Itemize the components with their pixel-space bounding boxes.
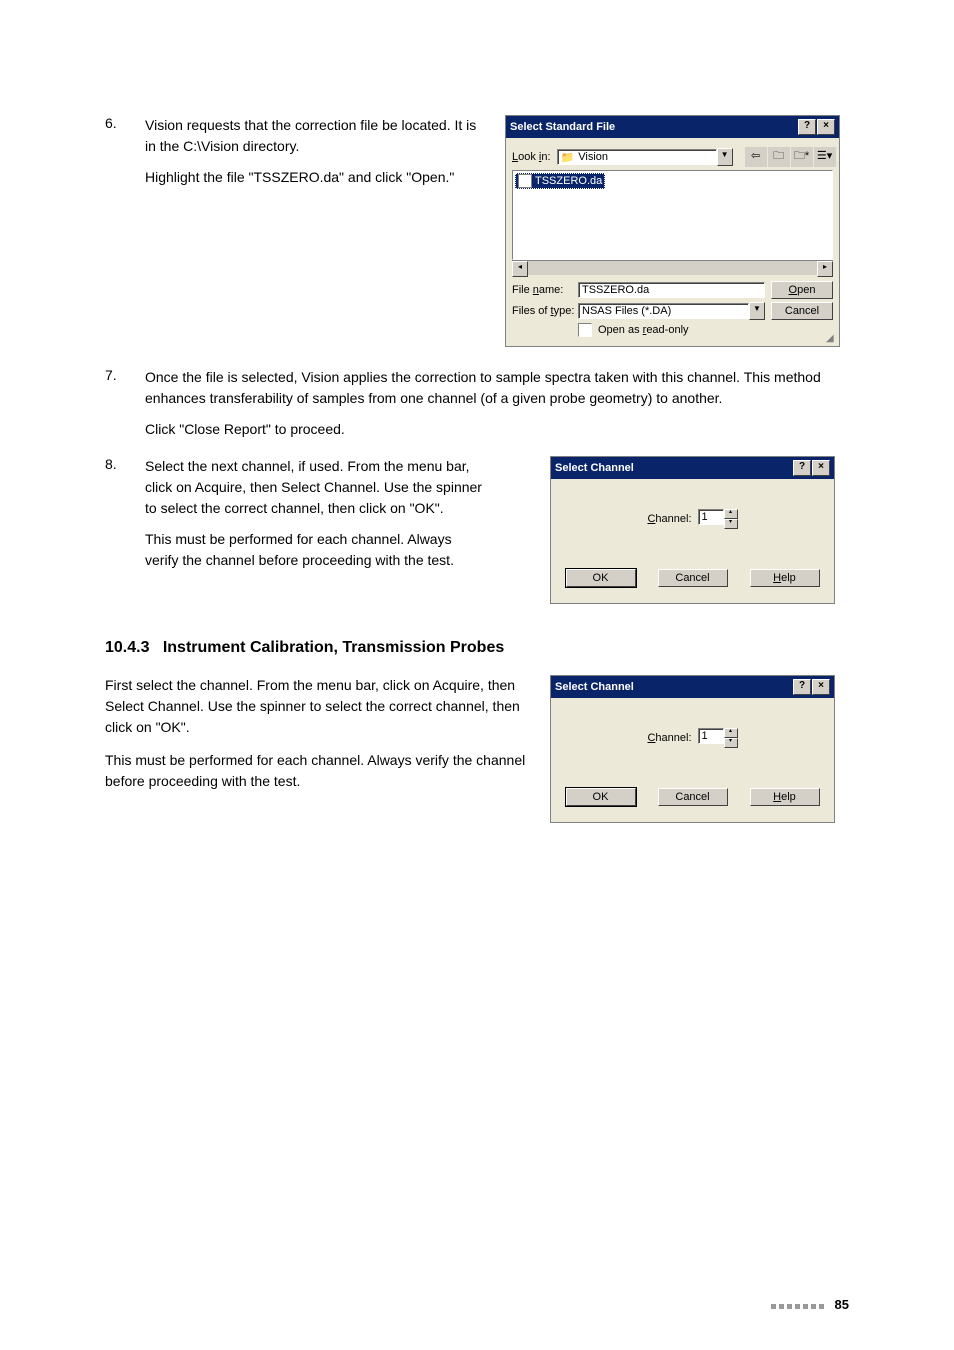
ok-button[interactable]: OK bbox=[566, 569, 636, 587]
select-channel-dialog: Select Channel ? × Channel: 1 ▴ ▾ bbox=[550, 456, 835, 604]
chevron-down-icon[interactable]: ▼ bbox=[717, 148, 733, 166]
spinner-down-icon[interactable]: ▾ bbox=[724, 738, 738, 748]
file-icon bbox=[518, 174, 532, 188]
close-icon[interactable]: × bbox=[812, 679, 830, 695]
step-text: Click "Close Report" to proceed. bbox=[145, 419, 849, 440]
spinner-up-icon[interactable]: ▴ bbox=[724, 728, 738, 738]
help-button[interactable]: Help bbox=[750, 569, 820, 587]
cancel-button[interactable]: Cancel bbox=[658, 788, 728, 806]
channel-spinner[interactable]: 1 ▴ ▾ bbox=[698, 509, 738, 529]
horizontal-scrollbar[interactable]: ◂ ▸ bbox=[512, 260, 833, 275]
read-only-checkbox[interactable] bbox=[578, 323, 592, 337]
select-standard-file-dialog: Select Standard File ? × Look in: 📁 Visi… bbox=[505, 115, 840, 347]
up-folder-icon[interactable]: 🗀 bbox=[768, 147, 790, 167]
file-name-input[interactable]: TSSZERO.da bbox=[578, 282, 765, 298]
page-footer: 85 bbox=[771, 1297, 849, 1312]
open-button[interactable]: Open bbox=[771, 281, 833, 299]
channel-spinner[interactable]: 1 ▴ ▾ bbox=[698, 728, 738, 748]
back-icon[interactable]: ⇦ bbox=[745, 147, 767, 167]
page-number: 85 bbox=[835, 1297, 849, 1312]
channel-label: Channel: bbox=[647, 732, 691, 744]
spinner-down-icon[interactable]: ▾ bbox=[724, 519, 738, 529]
list-number: 7. bbox=[105, 367, 145, 383]
dialog-title: Select Standard File bbox=[510, 121, 615, 133]
resize-grip-icon[interactable]: ◢ bbox=[826, 333, 838, 345]
scroll-right-icon[interactable]: ▸ bbox=[817, 261, 833, 277]
ok-button[interactable]: OK bbox=[566, 788, 636, 806]
body-text: First select the channel. From the menu … bbox=[105, 675, 535, 738]
chevron-down-icon[interactable]: ▼ bbox=[749, 302, 765, 320]
cancel-button[interactable]: Cancel bbox=[771, 302, 833, 320]
spinner-up-icon[interactable]: ▴ bbox=[724, 509, 738, 519]
cancel-button[interactable]: Cancel bbox=[658, 569, 728, 587]
file-type-label: Files of type: bbox=[512, 305, 572, 317]
list-number: 8. bbox=[105, 456, 145, 472]
close-icon[interactable]: × bbox=[812, 460, 830, 476]
help-button[interactable]: Help bbox=[750, 788, 820, 806]
look-in-combo[interactable]: 📁 Vision bbox=[557, 149, 717, 165]
help-icon[interactable]: ? bbox=[793, 460, 811, 476]
step-text: Select the next channel, if used. From t… bbox=[145, 456, 485, 519]
step-text: This must be performed for each channel.… bbox=[145, 529, 485, 571]
list-number: 6. bbox=[105, 115, 145, 131]
dialog-title: Select Channel bbox=[555, 681, 634, 693]
channel-label: Channel: bbox=[647, 513, 691, 525]
scroll-left-icon[interactable]: ◂ bbox=[512, 261, 528, 277]
dialog-title: Select Channel bbox=[555, 462, 634, 474]
select-channel-dialog: Select Channel ? × Channel: 1 ▴ ▾ bbox=[550, 675, 835, 823]
file-name-label: File name: bbox=[512, 284, 572, 296]
body-text: This must be performed for each channel.… bbox=[105, 750, 535, 792]
file-type-combo[interactable]: NSAS Files (*.DA) bbox=[578, 303, 749, 319]
help-icon[interactable]: ? bbox=[798, 119, 816, 135]
look-in-label: Look in: bbox=[512, 151, 551, 163]
help-icon[interactable]: ? bbox=[793, 679, 811, 695]
file-list[interactable]: TSSZERO.da bbox=[512, 170, 833, 260]
close-icon[interactable]: × bbox=[817, 119, 835, 135]
step-text: Once the file is selected, Vision applie… bbox=[145, 367, 849, 409]
folder-icon: 📁 bbox=[561, 151, 575, 164]
new-folder-icon[interactable]: 🗀* bbox=[791, 147, 813, 167]
step-text: Highlight the file "TSSZERO.da" and clic… bbox=[145, 167, 485, 188]
read-only-label: Open as read-only bbox=[598, 324, 689, 336]
file-item-selected[interactable]: TSSZERO.da bbox=[515, 173, 605, 189]
section-heading: 10.4.3 Instrument Calibration, Transmiss… bbox=[105, 639, 849, 657]
footer-dots-icon bbox=[771, 1298, 827, 1312]
step-text: Vision requests that the correction file… bbox=[145, 115, 485, 157]
view-menu-icon[interactable]: ☰▾ bbox=[814, 147, 836, 167]
